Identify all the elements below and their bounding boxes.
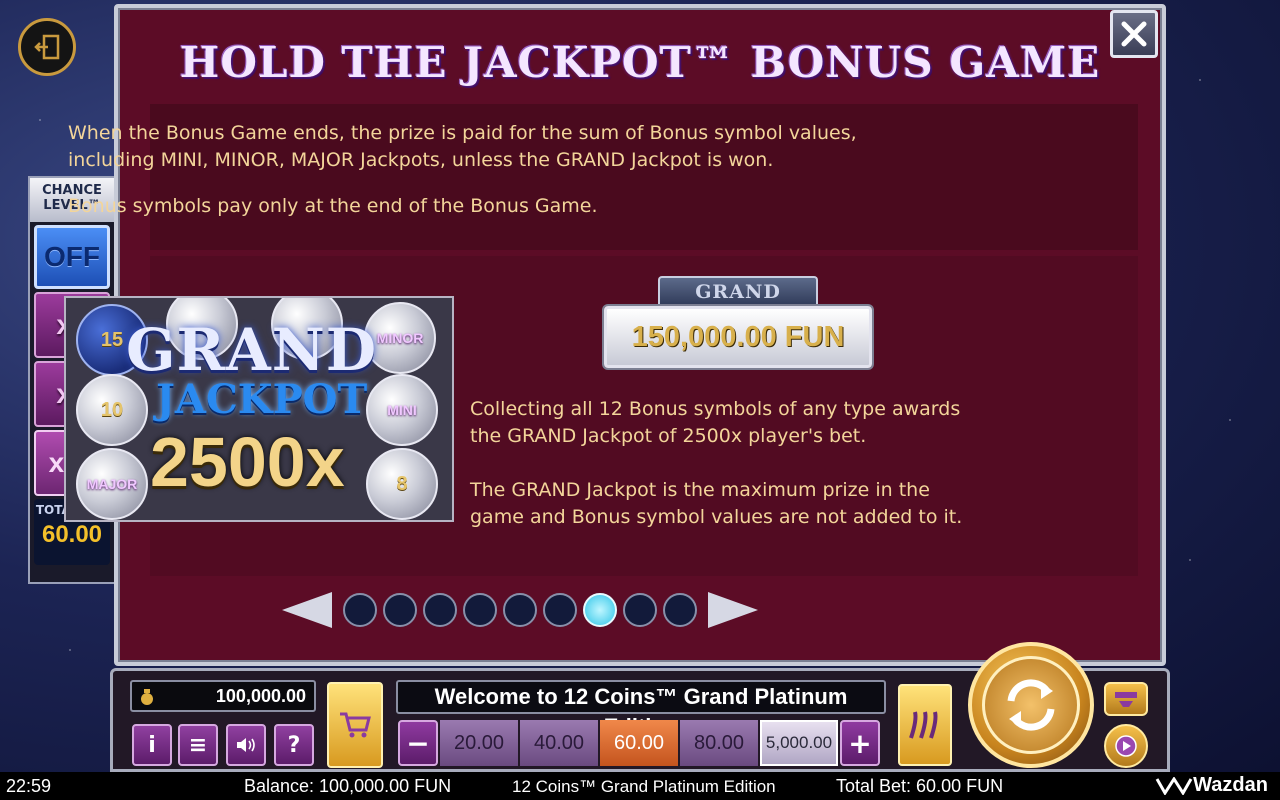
coin-symbol: 10 bbox=[76, 374, 148, 446]
menu-button[interactable]: ≡ bbox=[178, 724, 218, 766]
bet-selector: − 20.00 40.00 60.00 80.00 5,000.00 + bbox=[398, 720, 880, 766]
bet-increase-button[interactable]: + bbox=[840, 720, 880, 766]
coin-label: MINI bbox=[387, 402, 417, 418]
bet-option[interactable]: 20.00 bbox=[440, 720, 518, 766]
brand-logo: Wazdan bbox=[1155, 774, 1268, 797]
grand-jackpot-tab: GRAND bbox=[658, 276, 818, 306]
autoplay-button[interactable] bbox=[898, 684, 952, 766]
page-dot[interactable] bbox=[423, 593, 457, 627]
brand-name: Wazdan bbox=[1193, 774, 1268, 796]
bet-option[interactable]: 5,000.00 bbox=[760, 720, 838, 766]
coin-value: 15 bbox=[100, 328, 124, 351]
bet-decrease-button[interactable]: − bbox=[398, 720, 438, 766]
bonus-info-text: When the Bonus Game ends, the prize is p… bbox=[68, 120, 857, 239]
page-dot[interactable] bbox=[343, 593, 377, 627]
wazdan-logo-icon bbox=[1155, 776, 1193, 795]
bet-option[interactable]: 60.00 bbox=[600, 720, 678, 766]
coin-value: 8 bbox=[396, 472, 408, 495]
bet-option[interactable]: 40.00 bbox=[520, 720, 598, 766]
jackpot-word: JACKPOT bbox=[156, 376, 368, 423]
page-dot[interactable] bbox=[583, 593, 617, 627]
money-bag-icon bbox=[141, 689, 153, 705]
balance-value: 100,000.00 bbox=[215, 685, 306, 706]
info-button[interactable]: i bbox=[132, 724, 172, 766]
play-icon bbox=[1115, 735, 1137, 757]
page-title: HOLD THE JACKPOT™ BONUS GAME bbox=[179, 38, 1101, 87]
page-dot[interactable] bbox=[503, 593, 537, 627]
help-button[interactable]: ? bbox=[274, 724, 314, 766]
status-bar: 22:59 Balance: 100,000.00 FUN 12 Coins™ … bbox=[0, 772, 1280, 800]
grand-desc-line-1: Collecting all 12 Bonus symbols of any t… bbox=[470, 398, 961, 420]
grand-jackpot-image: 15 MINOR 10 MINI MAJOR 8 GRAND JACKPOT 2… bbox=[64, 296, 454, 522]
shopping-cart-icon bbox=[340, 712, 371, 738]
coin-symbol: MINI bbox=[366, 374, 438, 446]
status-game-name: 12 Coins™ Grand Platinum Edition bbox=[512, 777, 776, 796]
close-button[interactable] bbox=[1110, 10, 1158, 58]
spin-inner bbox=[982, 656, 1080, 754]
grand-desc-line-2: the GRAND Jackpot of 2500x player's bet. bbox=[470, 425, 867, 447]
grand-desc-line-3: The GRAND Jackpot is the maximum prize i… bbox=[470, 479, 930, 501]
grand-word: GRAND bbox=[126, 316, 378, 384]
grand-jackpot-value: 150,000.00 FUN bbox=[604, 306, 872, 368]
bet-options: 20.00 40.00 60.00 80.00 5,000.00 bbox=[438, 720, 838, 766]
coin-value: 10 bbox=[100, 398, 124, 421]
coin-symbol: 8 bbox=[366, 448, 438, 520]
spin-button[interactable] bbox=[968, 642, 1094, 768]
next-page-arrow-icon[interactable] bbox=[708, 592, 758, 628]
speaker-icon bbox=[237, 738, 255, 752]
grand-desc-paragraph-1: Collecting all 12 Bonus symbols of any t… bbox=[470, 396, 1010, 450]
welcome-marquee: Welcome to 12 Coins™ Grand Platinum Edit… bbox=[396, 680, 886, 739]
coin-symbol: MAJOR bbox=[76, 448, 148, 520]
grand-jackpot-description: Collecting all 12 Bonus symbols of any t… bbox=[470, 396, 1010, 558]
status-balance: Balance: 100,000.00 FUN bbox=[244, 776, 452, 796]
autoplay-icon bbox=[909, 711, 938, 739]
coin-label: MINOR bbox=[376, 330, 424, 346]
play-button[interactable] bbox=[1104, 724, 1148, 768]
status-total-bet: Total Bet: 60.00 FUN bbox=[836, 776, 1004, 796]
bonus-info-line-2: including MINI, MINOR, MAJOR Jackpots, u… bbox=[68, 149, 774, 171]
balance-display: 100,000.00 bbox=[130, 680, 316, 712]
page-navigator bbox=[282, 588, 758, 632]
close-icon bbox=[1121, 21, 1147, 47]
prev-page-arrow-icon[interactable] bbox=[282, 592, 332, 628]
page-dot[interactable] bbox=[663, 593, 697, 627]
bet-option[interactable]: 80.00 bbox=[680, 720, 758, 766]
exit-button[interactable] bbox=[18, 18, 76, 76]
clock: 22:59 bbox=[6, 776, 52, 796]
page-dot[interactable] bbox=[623, 593, 657, 627]
bonus-info-paragraph-1: When the Bonus Game ends, the prize is p… bbox=[68, 120, 857, 174]
menu-icon: ≡ bbox=[188, 732, 208, 758]
page-dot[interactable] bbox=[463, 593, 497, 627]
turbo-button[interactable] bbox=[1104, 682, 1148, 716]
bonus-info-paragraph-2: Bonus symbols pay only at the end of the… bbox=[68, 195, 598, 217]
multiplier-word: 2500x bbox=[150, 423, 345, 501]
coin-label: MAJOR bbox=[86, 476, 138, 492]
page-dots bbox=[340, 593, 700, 627]
page-dot[interactable] bbox=[383, 593, 417, 627]
exit-icon bbox=[34, 34, 60, 60]
help-icon: ? bbox=[287, 732, 301, 758]
info-icon: i bbox=[148, 732, 156, 758]
spin-arrows-icon bbox=[1007, 679, 1055, 731]
page-dot[interactable] bbox=[543, 593, 577, 627]
grand-desc-paragraph-2: The GRAND Jackpot is the maximum prize i… bbox=[470, 477, 1010, 531]
turbo-icon bbox=[1115, 692, 1137, 707]
bonus-info-line-1: When the Bonus Game ends, the prize is p… bbox=[68, 122, 857, 144]
grand-desc-line-4: game and Bonus symbol values are not add… bbox=[470, 506, 963, 528]
shop-button[interactable] bbox=[327, 682, 383, 768]
sound-button[interactable] bbox=[226, 724, 266, 766]
